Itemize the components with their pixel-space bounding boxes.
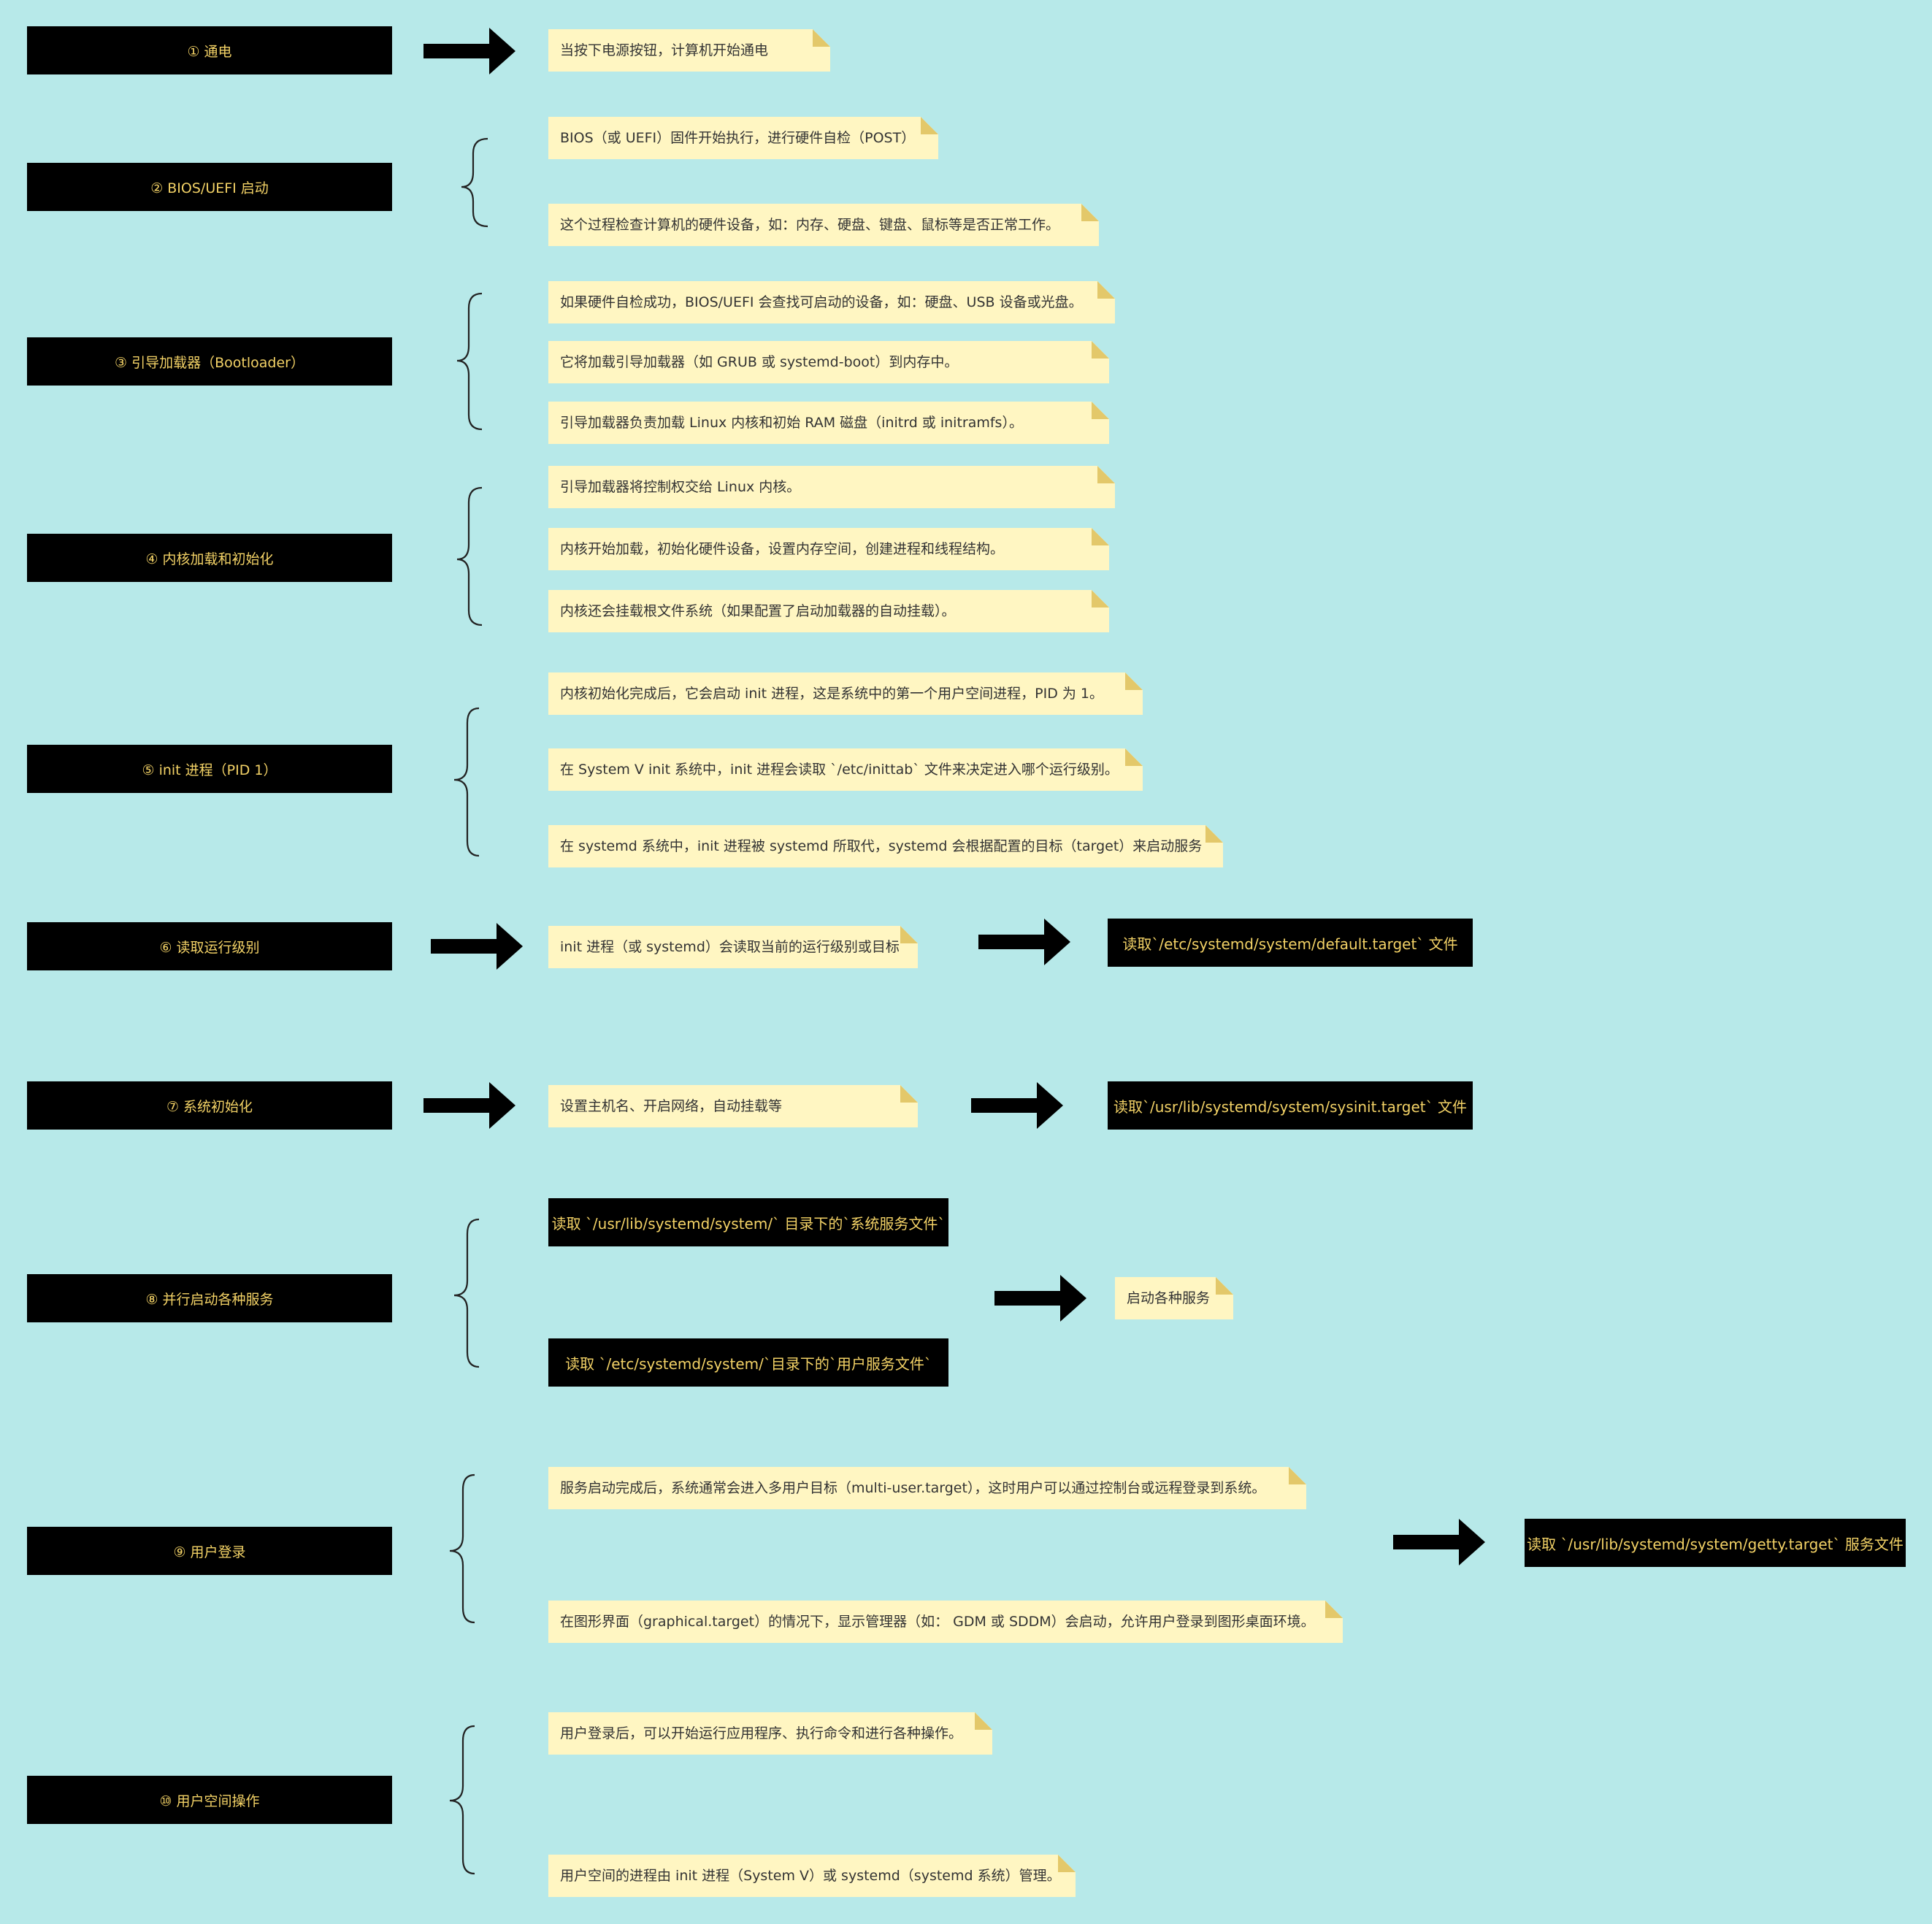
note-text: 设置主机名、开启网络，自动挂载等 <box>560 1098 783 1114</box>
step-box-bootloader: ③ 引导加载器（Bootloader） <box>27 337 392 386</box>
step-label: ③ 引导加载器（Bootloader） <box>115 354 304 371</box>
note-text: 启动各种服务 <box>1127 1290 1211 1306</box>
file-box-sysinit-target: 读取`/usr/lib/systemd/system/sysinit.targe… <box>1108 1081 1473 1130</box>
step-box-sysinit: ⑦ 系统初始化 <box>27 1081 392 1130</box>
file-box-label: 读取 `/usr/lib/systemd/system/getty.target… <box>1527 1535 1904 1553</box>
note: 内核还会挂载根文件系统（如果配置了启动加载器的自动挂载）。 <box>548 590 1109 632</box>
boot-process-diagram: ① 通电 ② BIOS/UEFI 启动 ③ 引导加载器（Bootloader） … <box>0 0 1932 1924</box>
step-label: ⑧ 并行启动各种服务 <box>145 1291 274 1308</box>
note: 启动各种服务 <box>1115 1277 1233 1319</box>
note-text: 如果硬件自检成功，BIOS/UEFI 会查找可启动的设备，如：硬盘、USB 设备… <box>560 294 1083 310</box>
step-box-init: ⑤ init 进程（PID 1） <box>27 745 392 793</box>
brace-icon <box>456 292 483 431</box>
brace-icon <box>461 137 488 228</box>
brace-icon <box>456 486 483 626</box>
brace-icon <box>453 1218 480 1368</box>
file-box-user-services: 读取 `/etc/systemd/system/`目录下的`用户服务文件` <box>548 1338 948 1387</box>
note: 服务启动完成后，系统通常会进入多用户目标（multi-user.target），… <box>548 1467 1306 1509</box>
note: 内核初始化完成后，它会启动 init 进程，这是系统中的第一个用户空间进程，PI… <box>548 672 1143 715</box>
note-text: 用户空间的进程由 init 进程（System V）或 systemd（syst… <box>560 1868 1061 1884</box>
brace-icon <box>449 1473 475 1624</box>
step-label: ⑩ 用户空间操作 <box>159 1793 260 1809</box>
arrow-icon <box>994 1275 1086 1322</box>
step-box-bios-uefi: ② BIOS/UEFI 启动 <box>27 163 392 211</box>
note: 内核开始加载，初始化硬件设备，设置内存空间，创建进程和线程结构。 <box>548 528 1109 570</box>
note: 引导加载器将控制权交给 Linux 内核。 <box>548 466 1115 508</box>
step-box-userspace: ⑩ 用户空间操作 <box>27 1776 392 1824</box>
note: BIOS（或 UEFI）固件开始执行，进行硬件自检（POST） <box>548 117 938 159</box>
note-text: init 进程（或 systemd）会读取当前的运行级别或目标 <box>560 939 900 955</box>
note-text: 用户登录后，可以开始运行应用程序、执行命令和进行各种操作。 <box>560 1725 963 1741</box>
note-text: 这个过程检查计算机的硬件设备，如：内存、硬盘、键盘、鼠标等是否正常工作。 <box>560 217 1060 233</box>
note-text: 引导加载器将控制权交给 Linux 内核。 <box>560 479 801 495</box>
step-label: ⑤ init 进程（PID 1） <box>142 762 277 778</box>
note-text: 服务启动完成后，系统通常会进入多用户目标（multi-user.target），… <box>560 1480 1266 1496</box>
step-box-services: ⑧ 并行启动各种服务 <box>27 1274 392 1322</box>
step-box-runlevel: ⑥ 读取运行级别 <box>27 922 392 970</box>
step-label: ① 通电 <box>187 43 232 60</box>
arrow-icon <box>978 919 1070 965</box>
arrow-icon <box>423 1082 515 1129</box>
file-box-label: 读取 `/etc/systemd/system/`目录下的`用户服务文件` <box>565 1354 932 1373</box>
note-text: 当按下电源按钮，计算机开始通电 <box>560 42 769 58</box>
step-box-power-on: ① 通电 <box>27 26 392 74</box>
note-text: 内核还会挂载根文件系统（如果配置了启动加载器的自动挂载）。 <box>560 603 956 619</box>
step-label: ⑨ 用户登录 <box>173 1544 246 1560</box>
step-label: ② BIOS/UEFI 启动 <box>150 180 269 196</box>
note: 如果硬件自检成功，BIOS/UEFI 会查找可启动的设备，如：硬盘、USB 设备… <box>548 281 1115 323</box>
note-text: 内核初始化完成后，它会启动 init 进程，这是系统中的第一个用户空间进程，PI… <box>560 686 1103 702</box>
note-text: 在 systemd 系统中，init 进程被 systemd 所取代，syste… <box>560 838 1203 854</box>
file-box-label: 读取`/etc/systemd/system/default.target` 文… <box>1122 935 1458 953</box>
arrow-icon <box>423 28 515 74</box>
note-text: 引导加载器负责加载 Linux 内核和初始 RAM 磁盘（initrd 或 in… <box>560 415 1023 431</box>
note-text: 它将加载引导加载器（如 GRUB 或 systemd-boot）到内存中。 <box>560 354 959 370</box>
note: 用户登录后，可以开始运行应用程序、执行命令和进行各种操作。 <box>548 1712 992 1755</box>
note-text: BIOS（或 UEFI）固件开始执行，进行硬件自检（POST） <box>560 130 916 146</box>
step-box-kernel: ④ 内核加载和初始化 <box>27 534 392 582</box>
note: 在图形界面（graphical.target）的情况下，显示管理器（如： GDM… <box>548 1601 1343 1643</box>
note: init 进程（或 systemd）会读取当前的运行级别或目标 <box>548 926 918 968</box>
brace-icon <box>449 1725 475 1875</box>
step-label: ⑥ 读取运行级别 <box>159 939 260 956</box>
brace-icon <box>453 707 480 857</box>
note: 这个过程检查计算机的硬件设备，如：内存、硬盘、键盘、鼠标等是否正常工作。 <box>548 204 1099 246</box>
file-box-default-target: 读取`/etc/systemd/system/default.target` 文… <box>1108 919 1473 967</box>
step-label: ⑦ 系统初始化 <box>166 1098 253 1115</box>
arrow-icon <box>971 1082 1063 1129</box>
note: 引导加载器负责加载 Linux 内核和初始 RAM 磁盘（initrd 或 in… <box>548 402 1109 444</box>
note-text: 内核开始加载，初始化硬件设备，设置内存空间，创建进程和线程结构。 <box>560 541 1005 557</box>
note: 用户空间的进程由 init 进程（System V）或 systemd（syst… <box>548 1855 1076 1897</box>
file-box-label: 读取 `/usr/lib/systemd/system/` 目录下的`系统服务文… <box>551 1214 946 1233</box>
step-box-login: ⑨ 用户登录 <box>27 1527 392 1575</box>
note: 设置主机名、开启网络，自动挂载等 <box>548 1085 918 1127</box>
file-box-label: 读取`/usr/lib/systemd/system/sysinit.targe… <box>1113 1097 1467 1116</box>
note: 它将加载引导加载器（如 GRUB 或 systemd-boot）到内存中。 <box>548 341 1109 383</box>
arrow-icon <box>431 923 523 970</box>
note: 当按下电源按钮，计算机开始通电 <box>548 29 830 72</box>
step-label: ④ 内核加载和初始化 <box>145 551 274 567</box>
file-box-getty-target: 读取 `/usr/lib/systemd/system/getty.target… <box>1525 1519 1906 1567</box>
file-box-system-services: 读取 `/usr/lib/systemd/system/` 目录下的`系统服务文… <box>548 1198 948 1246</box>
arrow-icon <box>1393 1519 1485 1565</box>
note-text: 在图形界面（graphical.target）的情况下，显示管理器（如： GDM… <box>560 1614 1315 1630</box>
note: 在 systemd 系统中，init 进程被 systemd 所取代，syste… <box>548 825 1223 867</box>
note-text: 在 System V init 系统中，init 进程会读取 `/etc/ini… <box>560 762 1119 778</box>
note: 在 System V init 系统中，init 进程会读取 `/etc/ini… <box>548 748 1143 791</box>
